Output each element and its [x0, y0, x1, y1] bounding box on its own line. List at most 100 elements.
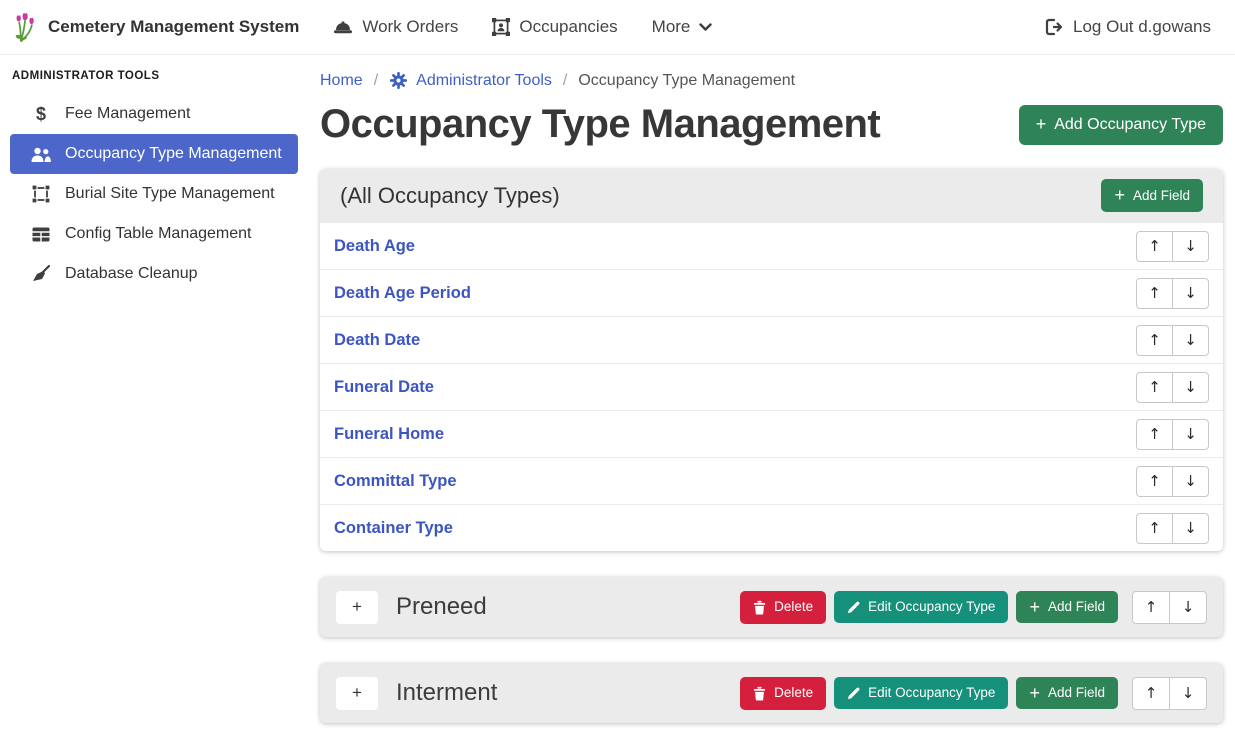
app-brand[interactable]: Cemetery Management System	[14, 9, 299, 45]
sidebar-item-label: Occupancy Type Management	[65, 145, 282, 163]
delete-button[interactable]: Delete	[740, 677, 826, 710]
move-up-button[interactable]: ↑	[1132, 591, 1170, 624]
breadcrumb-separator: /	[563, 72, 567, 90]
breadcrumb-current: Occupancy Type Management	[578, 72, 795, 90]
delete-label: Delete	[774, 686, 813, 700]
move-down-button[interactable]: ↓	[1172, 513, 1209, 544]
move-up-button[interactable]: ↑	[1132, 677, 1170, 710]
field-link-death-date[interactable]: Death Date	[334, 331, 420, 350]
add-occupancy-type-button[interactable]: + Add Occupancy Type	[1019, 105, 1223, 145]
pencil-icon	[847, 601, 860, 614]
delete-label: Delete	[774, 600, 813, 614]
logout-label: Log Out d.gowans	[1073, 17, 1211, 37]
sidebar-item-database-cleanup[interactable]: Database Cleanup	[0, 254, 310, 294]
sidebar-item-occupancy-type-management[interactable]: Occupancy Type Management	[10, 134, 298, 174]
reorder-control: ↑ ↓	[1136, 372, 1209, 403]
trash-icon	[753, 600, 766, 615]
occupancy-type-section-preneed: + Preneed Delete	[320, 577, 1223, 637]
sidebar-item-fee-management[interactable]: $ Fee Management	[0, 94, 310, 134]
nav-more[interactable]: More	[652, 17, 713, 37]
section-title: Preneed	[396, 593, 487, 621]
sidebar-item-label: Config Table Management	[65, 225, 252, 243]
sidebar-item-burial-site-type-management[interactable]: Burial Site Type Management	[0, 174, 310, 214]
add-occupancy-type-label: Add Occupancy Type	[1054, 117, 1206, 133]
all-occupancy-types-header: (All Occupancy Types) + Add Field	[320, 169, 1223, 222]
breadcrumb-admin-tools-link[interactable]: Administrator Tools	[389, 71, 552, 90]
tulip-logo-icon	[14, 9, 38, 45]
add-field-label: Add Field	[1048, 600, 1105, 614]
reorder-control: ↑ ↓	[1136, 466, 1209, 497]
field-row: Committal Type ↑ ↓	[320, 457, 1223, 504]
main-content: Home / Administrator Tools / Occupancy T…	[310, 55, 1235, 738]
logout-button[interactable]: Log Out d.gowans	[1044, 17, 1211, 37]
move-down-button[interactable]: ↓	[1172, 372, 1209, 403]
sidebar-item-label: Burial Site Type Management	[65, 185, 275, 203]
move-down-button[interactable]: ↓	[1172, 231, 1209, 262]
field-link-committal-type[interactable]: Committal Type	[334, 472, 457, 491]
hard-hat-icon	[333, 19, 353, 35]
move-up-button[interactable]: ↑	[1136, 372, 1173, 403]
nav-work-orders-label: Work Orders	[362, 17, 458, 37]
add-field-button[interactable]: + Add Field	[1016, 677, 1118, 709]
vector-square-icon	[30, 185, 52, 203]
reorder-control: ↑ ↓	[1136, 419, 1209, 450]
add-field-button[interactable]: + Add Field	[1101, 179, 1203, 211]
edit-occupancy-type-label: Edit Occupancy Type	[868, 600, 995, 614]
section-actions: Delete Edit Occupancy Type + Add Field ↑	[740, 591, 1207, 624]
all-occupancy-types-card: (All Occupancy Types) + Add Field Death …	[320, 169, 1223, 551]
plus-icon: +	[1029, 686, 1040, 700]
field-row: Container Type ↑ ↓	[320, 504, 1223, 551]
field-row: Death Date ↑ ↓	[320, 316, 1223, 363]
move-up-button[interactable]: ↑	[1136, 325, 1173, 356]
sidebar-item-label: Database Cleanup	[65, 265, 198, 283]
broom-icon	[30, 265, 52, 283]
move-up-button[interactable]: ↑	[1136, 278, 1173, 309]
edit-occupancy-type-label: Edit Occupancy Type	[868, 686, 995, 700]
section-title: Interment	[396, 679, 497, 707]
reorder-control: ↑ ↓	[1136, 513, 1209, 544]
card-title: (All Occupancy Types)	[340, 183, 560, 209]
sidebar-item-config-table-management[interactable]: Config Table Management	[0, 214, 310, 254]
field-link-funeral-home[interactable]: Funeral Home	[334, 425, 444, 444]
field-link-container-type[interactable]: Container Type	[334, 519, 453, 538]
delete-button[interactable]: Delete	[740, 591, 826, 624]
occupancy-type-section-interment: + Interment Delete	[320, 663, 1223, 723]
move-up-button[interactable]: ↑	[1136, 231, 1173, 262]
nav-occupancies[interactable]: Occupancies	[492, 17, 617, 37]
move-down-button[interactable]: ↓	[1172, 325, 1209, 356]
breadcrumb-home-link[interactable]: Home	[320, 72, 363, 90]
expand-button[interactable]: +	[336, 677, 378, 710]
expand-button[interactable]: +	[336, 591, 378, 624]
move-down-button[interactable]: ↓	[1172, 466, 1209, 497]
section-actions: Delete Edit Occupancy Type + Add Field ↑	[740, 677, 1207, 710]
add-field-label: Add Field	[1133, 189, 1190, 203]
move-down-button[interactable]: ↓	[1172, 278, 1209, 309]
breadcrumb-admin-tools-label: Administrator Tools	[416, 72, 552, 90]
move-up-button[interactable]: ↑	[1136, 466, 1173, 497]
plus-icon: +	[1036, 117, 1047, 131]
add-field-button[interactable]: + Add Field	[1016, 591, 1118, 623]
move-up-button[interactable]: ↑	[1136, 513, 1173, 544]
move-up-button[interactable]: ↑	[1136, 419, 1173, 450]
pencil-icon	[847, 687, 860, 700]
field-link-funeral-date[interactable]: Funeral Date	[334, 378, 434, 397]
reorder-control: ↑ ↓	[1132, 591, 1207, 624]
reorder-control: ↑ ↓	[1136, 278, 1209, 309]
users-icon	[30, 147, 52, 162]
gear-icon	[389, 71, 408, 90]
top-navbar: Cemetery Management System Work Orders	[0, 0, 1235, 55]
field-row: Death Age ↑ ↓	[320, 222, 1223, 269]
edit-occupancy-type-button[interactable]: Edit Occupancy Type	[834, 677, 1008, 709]
breadcrumb: Home / Administrator Tools / Occupancy T…	[320, 71, 1223, 90]
field-row: Funeral Home ↑ ↓	[320, 410, 1223, 457]
field-link-death-age-period[interactable]: Death Age Period	[334, 284, 471, 303]
edit-occupancy-type-button[interactable]: Edit Occupancy Type	[834, 591, 1008, 623]
portrait-icon	[492, 18, 510, 36]
nav-work-orders[interactable]: Work Orders	[333, 17, 458, 37]
move-down-button[interactable]: ↓	[1169, 677, 1207, 710]
move-down-button[interactable]: ↓	[1172, 419, 1209, 450]
move-down-button[interactable]: ↓	[1169, 591, 1207, 624]
breadcrumb-separator: /	[374, 72, 378, 90]
page-title: Occupancy Type Management	[320, 102, 880, 147]
field-link-death-age[interactable]: Death Age	[334, 237, 415, 256]
